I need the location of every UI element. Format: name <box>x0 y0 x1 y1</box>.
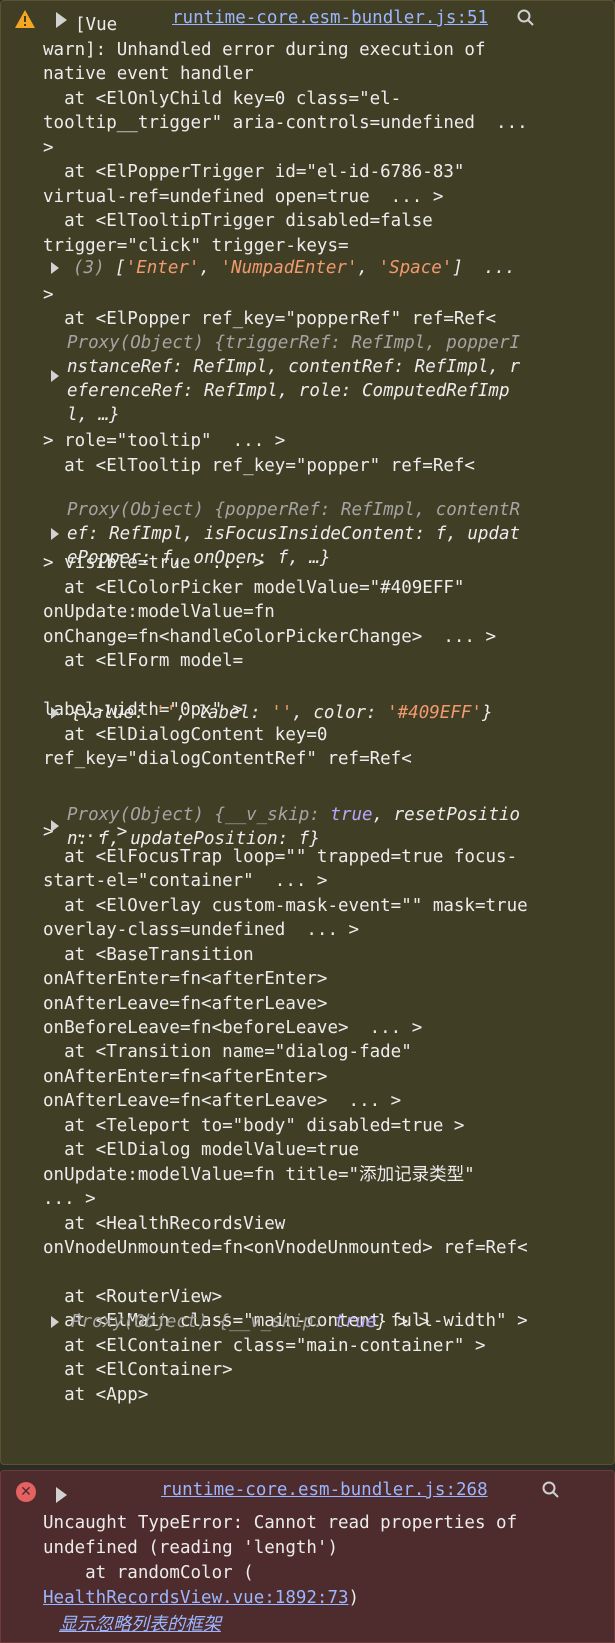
obj-key: , color: <box>292 703 388 723</box>
sep: , <box>357 258 379 278</box>
warning-stack-line: onChange=fn<handleColorPickerChange> ...… <box>43 626 497 647</box>
key-enter: 'Enter' <box>125 258 200 278</box>
warning-stack-line: at <RouterView> <box>43 1286 223 1307</box>
warning-stack-line: at <ElTooltip ref_key="popper" ref=Ref< <box>43 455 475 476</box>
warning-stack-line: at <ElTooltipTrigger disabled=false <box>43 211 433 232</box>
warning-stack-line: onAfterLeave=fn<afterLeave> <box>43 993 328 1014</box>
warning-stack-line: native event handler <box>43 64 254 85</box>
warning-stack-line: at <ElOnlyChild key=0 class="el- <box>43 88 402 109</box>
warning-stack-line: onAfterEnter=fn<afterEnter> <box>43 969 328 990</box>
warning-stack-line: ... > <box>43 1189 96 1210</box>
bool-true: true <box>334 1312 377 1332</box>
proxy-label: Proxy(Object) {__v_skip: <box>71 1312 335 1332</box>
warning-stack-line: at <ElContainer class="main-container" > <box>43 1335 486 1356</box>
warning-stack-line: tooltip__trigger" aria-controls=undefine… <box>43 113 528 134</box>
console-error-message: ✕ runtime-core.esm-bundler.js:268 Uncaug… <box>0 1470 615 1643</box>
warning-stack-line: onUpdate:modelValue=fn <box>43 602 275 623</box>
key-numpadenter: 'NumpadEnter' <box>220 258 358 278</box>
warning-stack-line: overlay-class=undefined ... > <box>43 920 360 941</box>
warning-stack-line: start-el="container" ... > <box>43 871 328 892</box>
sep: , <box>199 258 221 278</box>
error-source-link[interactable]: runtime-core.esm-bundler.js:268 <box>161 1478 488 1503</box>
warning-stack-line: at <App> <box>43 1384 149 1405</box>
error-location-line: HealthRecordsView.vue:1892:73) <box>43 1586 359 1611</box>
warning-stack-line: onUpdate:modelValue=fn title="添加记录类型" <box>43 1164 475 1185</box>
array-open: [ <box>104 258 126 278</box>
error-line-1: Uncaught TypeError: Cannot read properti… <box>43 1513 518 1533</box>
warning-source-link[interactable]: runtime-core.esm-bundler.js:51 <box>172 6 488 31</box>
expand-object-icon[interactable] <box>51 528 59 540</box>
hrv-ref-close: } > > <box>376 1312 430 1332</box>
dialog-ref-line-2: n: f, updatePosition: f} <box>67 829 320 849</box>
warning-stack-line: at <ElOverlay custom-mask-event="" mask=… <box>43 895 528 916</box>
warning-stack-line: at <Transition name="dialog-fade" <box>43 1042 412 1063</box>
warning-stack-line: onBeforeLeave=fn<beforeLeave> ... > <box>43 1018 423 1038</box>
array-count: (3) <box>73 258 105 278</box>
error-location-link[interactable]: HealthRecordsView.vue:1892:73 <box>43 1588 349 1608</box>
form-model-object: {value: '', label: '', color: '#409EFF'} <box>71 701 492 726</box>
search-icon[interactable] <box>516 8 536 28</box>
error-icon: ✕ <box>16 1482 36 1502</box>
warning-stack-line: > <box>43 137 54 158</box>
warning-stack-line: at <HealthRecordsView <box>43 1213 286 1234</box>
warning-stack-line: warn]: Unhandled error during execution … <box>43 40 486 60</box>
tooltip-ref-line-2: ef: RefImpl, isFocusInsideContent: f, up… <box>67 524 521 544</box>
warning-stack-line: at <ElForm model= <box>43 651 244 672</box>
warning-stack-line: at <ElPopper ref_key="popperRef" ref=Ref… <box>43 308 497 329</box>
warning-stack-line: onAfterLeave=fn<afterLeave> ... > <box>43 1091 402 1112</box>
error-line-3: at randomColor ( <box>43 1563 254 1583</box>
console-warning-message: [Vue runtime-core.esm-bundler.js:51 warn… <box>0 0 615 1465</box>
expand-array-icon[interactable] <box>51 262 59 274</box>
form-color: '#409EFF' <box>387 703 482 723</box>
warning-stack-line: at <BaseTransition <box>43 944 254 965</box>
array-close: ] ... <box>452 258 516 278</box>
warning-stack-line: at <ElColorPicker modelValue="#409EFF" <box>43 577 465 598</box>
warning-stack-line: at <ElContainer> <box>43 1360 233 1381</box>
expand-object-icon[interactable] <box>51 370 59 382</box>
warning-stack-line: at <Teleport to="body" disabled=true > <box>43 1115 465 1136</box>
show-ignored-frames-link[interactable]: 显示忽略列表的框架 <box>59 1612 221 1637</box>
form-label: '' <box>271 703 293 723</box>
popper-ref-line-4: l, …} <box>67 405 120 425</box>
key-space: 'Space' <box>378 258 453 278</box>
warning-stack-line: at <ElPopperTrigger id="el-id-6786-83" <box>43 162 465 183</box>
obj-close: } <box>481 703 493 723</box>
popper-ref-line-1: Proxy(Object) {triggerRef: RefImpl, popp… <box>67 333 521 353</box>
trigger-keys-array: (3) ['Enter', 'NumpadEnter', 'Space'] ..… <box>73 256 516 281</box>
expand-object-icon[interactable] <box>51 820 59 832</box>
bool-true: true <box>330 805 373 825</box>
obj-open: {value: <box>71 703 156 723</box>
error-line-2: undefined (reading 'length') <box>43 1538 339 1558</box>
search-icon[interactable] <box>541 1480 561 1500</box>
warning-stack-line: onVnodeUnmounted=fn<onVnodeUnmounted> re… <box>43 1238 528 1259</box>
proxy-label: Proxy(Object) {__v_skip: <box>67 805 331 825</box>
expand-triangle-icon[interactable] <box>56 12 67 28</box>
expand-object-icon[interactable] <box>51 707 59 719</box>
dialog-ref-line-1: Proxy(Object) {__v_skip: true, resetPosi… <box>67 803 520 828</box>
dialog-ref-rest: , resetPositio <box>372 805 521 825</box>
paren-close: ) <box>348 1588 360 1608</box>
warning-stack-line: > <box>43 284 54 305</box>
tooltip-ref-line-3: ePopper: f, onOpen: f, …} <box>67 548 331 568</box>
warning-header-text: [Vue <box>75 15 118 35</box>
expand-object-icon[interactable] <box>51 1316 59 1328</box>
popper-ref-line-3: eferenceRef: RefImpl, role: ComputedRefI… <box>67 381 510 401</box>
warning-stack-line: > role="tooltip" ... > <box>43 431 286 452</box>
warning-icon <box>15 10 35 28</box>
hrv-ref-line: Proxy(Object) {__v_skip: true} > > <box>71 1310 429 1335</box>
form-value: '' <box>155 703 177 723</box>
warning-stack-line: at <ElDialog modelValue=true <box>43 1140 360 1161</box>
popper-ref-line-2: nstanceRef: RefImpl, contentRef: RefImpl… <box>67 357 521 377</box>
warning-stack-line: ref_key="dialogContentRef" ref=Ref< <box>43 749 412 770</box>
warning-stack-line: virtual-ref=undefined open=true ... > <box>43 186 444 207</box>
expand-triangle-icon[interactable] <box>56 1487 67 1503</box>
tooltip-ref-line-1: Proxy(Object) {popperRef: RefImpl, conte… <box>67 500 521 520</box>
warning-stack-line: onAfterEnter=fn<afterEnter> <box>43 1066 328 1087</box>
obj-key: , label: <box>176 703 272 723</box>
